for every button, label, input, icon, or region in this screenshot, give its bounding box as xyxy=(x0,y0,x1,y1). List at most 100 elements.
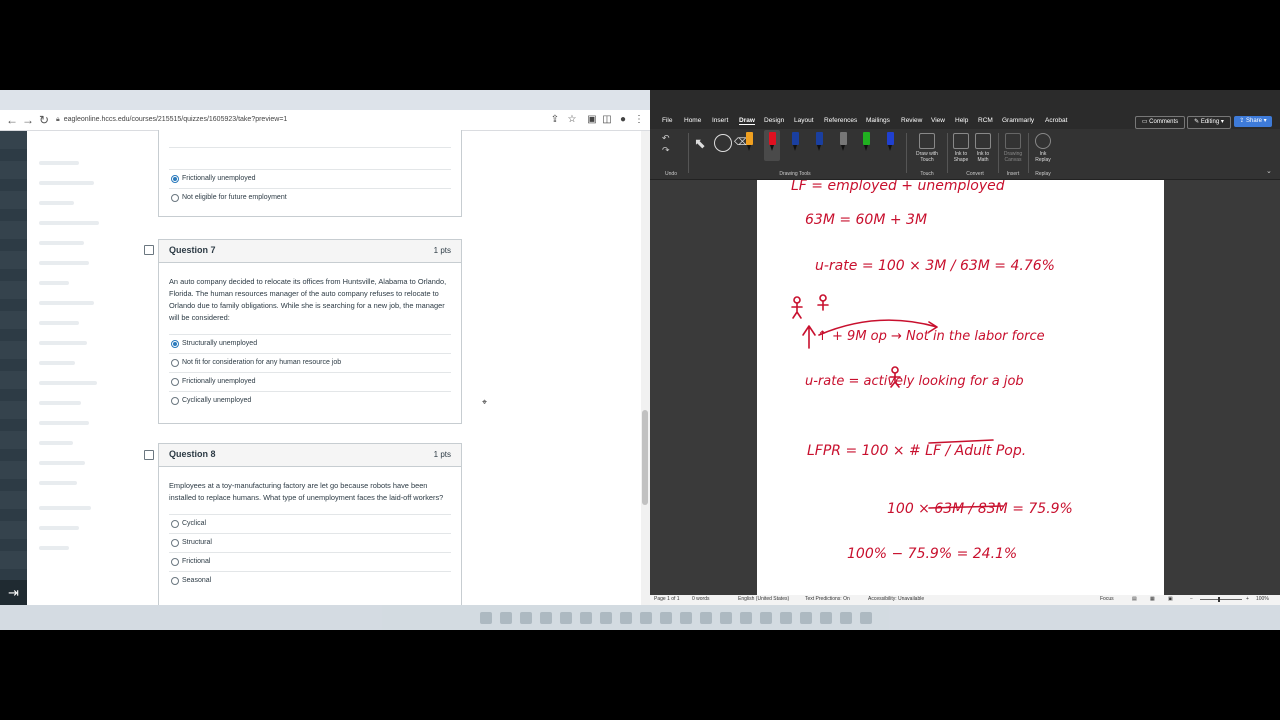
tab-layout[interactable]: Layout xyxy=(794,117,814,124)
answer-option[interactable]: Cyclically unemployed xyxy=(169,391,451,410)
undo-icon[interactable]: ↶ xyxy=(662,133,670,144)
course-nav-item[interactable] xyxy=(39,381,97,385)
radio-button[interactable] xyxy=(171,558,179,566)
course-nav-item[interactable] xyxy=(39,201,74,205)
taskbar-app-icon[interactable] xyxy=(820,612,832,624)
answer-option-partial[interactable] xyxy=(169,147,451,166)
taskbar-app-icon[interactable] xyxy=(760,612,772,624)
tab-design[interactable]: Design xyxy=(764,117,784,124)
zoom-out-icon[interactable]: − xyxy=(1190,596,1193,602)
answer-option[interactable]: Not fit for consideration for any human … xyxy=(169,353,451,372)
taskbar-app-icon[interactable] xyxy=(720,612,732,624)
web-layout-icon[interactable]: ▣ xyxy=(1168,596,1173,602)
answer-option[interactable]: Structurally unemployed xyxy=(169,334,451,353)
text-predictions-status[interactable]: Text Predictions: On xyxy=(805,596,850,602)
answer-option[interactable]: Frictional xyxy=(169,552,451,571)
collapse-nav-icon[interactable]: ⇥ xyxy=(0,580,27,605)
language-status[interactable]: English (United States) xyxy=(738,596,789,602)
taskbar-app-icon[interactable] xyxy=(660,612,672,624)
scrollbar-thumb[interactable] xyxy=(642,410,648,505)
comments-button[interactable]: ▭ Comments xyxy=(1135,116,1185,129)
tab-insert[interactable]: Insert xyxy=(712,117,728,124)
radio-button[interactable] xyxy=(171,577,179,585)
pen-orange-icon[interactable] xyxy=(745,132,754,152)
course-nav-item[interactable] xyxy=(39,161,79,165)
address-bar[interactable]: 🔒︎ eagleonline.hccs.edu/courses/215515/qu… xyxy=(56,112,476,128)
course-nav-item[interactable] xyxy=(39,461,85,465)
pen-red-icon[interactable] xyxy=(768,132,777,152)
select-cursor-icon[interactable]: ⬉ xyxy=(694,135,706,152)
radio-button[interactable] xyxy=(171,520,179,528)
zoom-slider-thumb[interactable] xyxy=(1218,597,1220,602)
pen-blue-icon[interactable] xyxy=(815,132,824,152)
answer-option[interactable]: Frictionally unemployed xyxy=(169,372,451,391)
radio-button[interactable] xyxy=(171,378,179,386)
radio-button[interactable] xyxy=(171,175,179,183)
share-icon[interactable]: ⇪ xyxy=(548,112,562,128)
print-layout-icon[interactable]: ▦ xyxy=(1150,596,1155,602)
flag-question-icon[interactable] xyxy=(144,450,154,460)
answer-option[interactable]: Structural xyxy=(169,533,451,552)
taskbar-app-icon[interactable] xyxy=(640,612,652,624)
radio-button[interactable] xyxy=(171,539,179,547)
pen-bright-blue-icon[interactable] xyxy=(886,132,895,152)
course-nav-item[interactable] xyxy=(39,526,79,530)
taskbar-app-icon[interactable] xyxy=(560,612,572,624)
course-nav-item[interactable] xyxy=(39,506,91,510)
course-nav-item[interactable] xyxy=(39,301,94,305)
course-nav-item[interactable] xyxy=(39,341,87,345)
taskbar-app-icon[interactable] xyxy=(520,612,532,624)
course-nav-item[interactable] xyxy=(39,441,73,445)
draw-with-touch-button[interactable]: Draw with Touch xyxy=(912,133,942,163)
tab-review[interactable]: Review xyxy=(901,117,922,124)
redo-icon[interactable]: ↷ xyxy=(662,145,670,156)
page-count[interactable]: Page 1 of 1 xyxy=(654,596,680,602)
profile-avatar[interactable]: ● xyxy=(616,112,630,128)
answer-option[interactable]: Frictionally unemployed xyxy=(169,169,451,188)
radio-button[interactable] xyxy=(171,359,179,367)
accessibility-status[interactable]: Accessibility: Unavailable xyxy=(868,596,924,602)
tab-rcm[interactable]: RCM xyxy=(978,117,993,124)
pen-navy-icon[interactable] xyxy=(791,132,800,152)
ink-to-math-button[interactable]: Ink to Math xyxy=(972,133,994,163)
back-icon[interactable]: ← xyxy=(4,112,20,128)
menu-kebab-icon[interactable]: ⋮ xyxy=(632,112,646,128)
bookmark-star-icon[interactable]: ☆ xyxy=(565,112,579,128)
taskbar-app-icon[interactable] xyxy=(580,612,592,624)
radio-button[interactable] xyxy=(171,194,179,202)
taskbar-app-icon[interactable] xyxy=(680,612,692,624)
share-button[interactable]: ⇪ Share ▾ xyxy=(1234,116,1272,127)
ink-to-shape-button[interactable]: Ink to Shape xyxy=(950,133,972,163)
radio-button[interactable] xyxy=(171,397,179,405)
course-nav-item[interactable] xyxy=(39,241,84,245)
course-nav-item[interactable] xyxy=(39,401,81,405)
collapse-ribbon-icon[interactable]: ⌄ xyxy=(1266,167,1272,175)
taskbar-app-icon[interactable] xyxy=(620,612,632,624)
reload-icon[interactable]: ↻ xyxy=(36,112,52,128)
tab-view[interactable]: View xyxy=(931,117,945,124)
pen-gray-icon[interactable] xyxy=(839,132,848,152)
ink-replay-button[interactable]: Ink Replay xyxy=(1032,133,1054,163)
taskbar-app-icon[interactable] xyxy=(500,612,512,624)
course-nav-item[interactable] xyxy=(39,181,94,185)
course-nav-item[interactable] xyxy=(39,261,89,265)
zoom-in-icon[interactable]: + xyxy=(1246,596,1249,602)
course-nav-item[interactable] xyxy=(39,421,89,425)
zoom-level[interactable]: 100% xyxy=(1256,596,1269,602)
drawing-canvas-button[interactable]: Drawing Canvas xyxy=(1002,133,1024,163)
tab-acrobat[interactable]: Acrobat xyxy=(1045,117,1067,124)
course-nav-item[interactable] xyxy=(39,361,75,365)
zoom-slider[interactable] xyxy=(1200,599,1242,600)
course-nav-item[interactable] xyxy=(39,321,79,325)
course-nav-item[interactable] xyxy=(39,281,69,285)
tab-draw[interactable]: Draw xyxy=(739,117,755,125)
taskbar-app-icon[interactable] xyxy=(840,612,852,624)
extensions-icon[interactable]: ▣ xyxy=(585,112,599,128)
taskbar-app-icon[interactable] xyxy=(700,612,712,624)
tab-grammarly[interactable]: Grammarly xyxy=(1002,117,1034,124)
document-page[interactable]: LF = employed + unemployed 63M = 60M + 3… xyxy=(757,178,1164,605)
taskbar-app-icon[interactable] xyxy=(780,612,792,624)
answer-option[interactable]: Seasonal xyxy=(169,571,451,590)
answer-option[interactable]: Cyclical xyxy=(169,514,451,533)
read-mode-icon[interactable]: ▤ xyxy=(1132,596,1137,602)
